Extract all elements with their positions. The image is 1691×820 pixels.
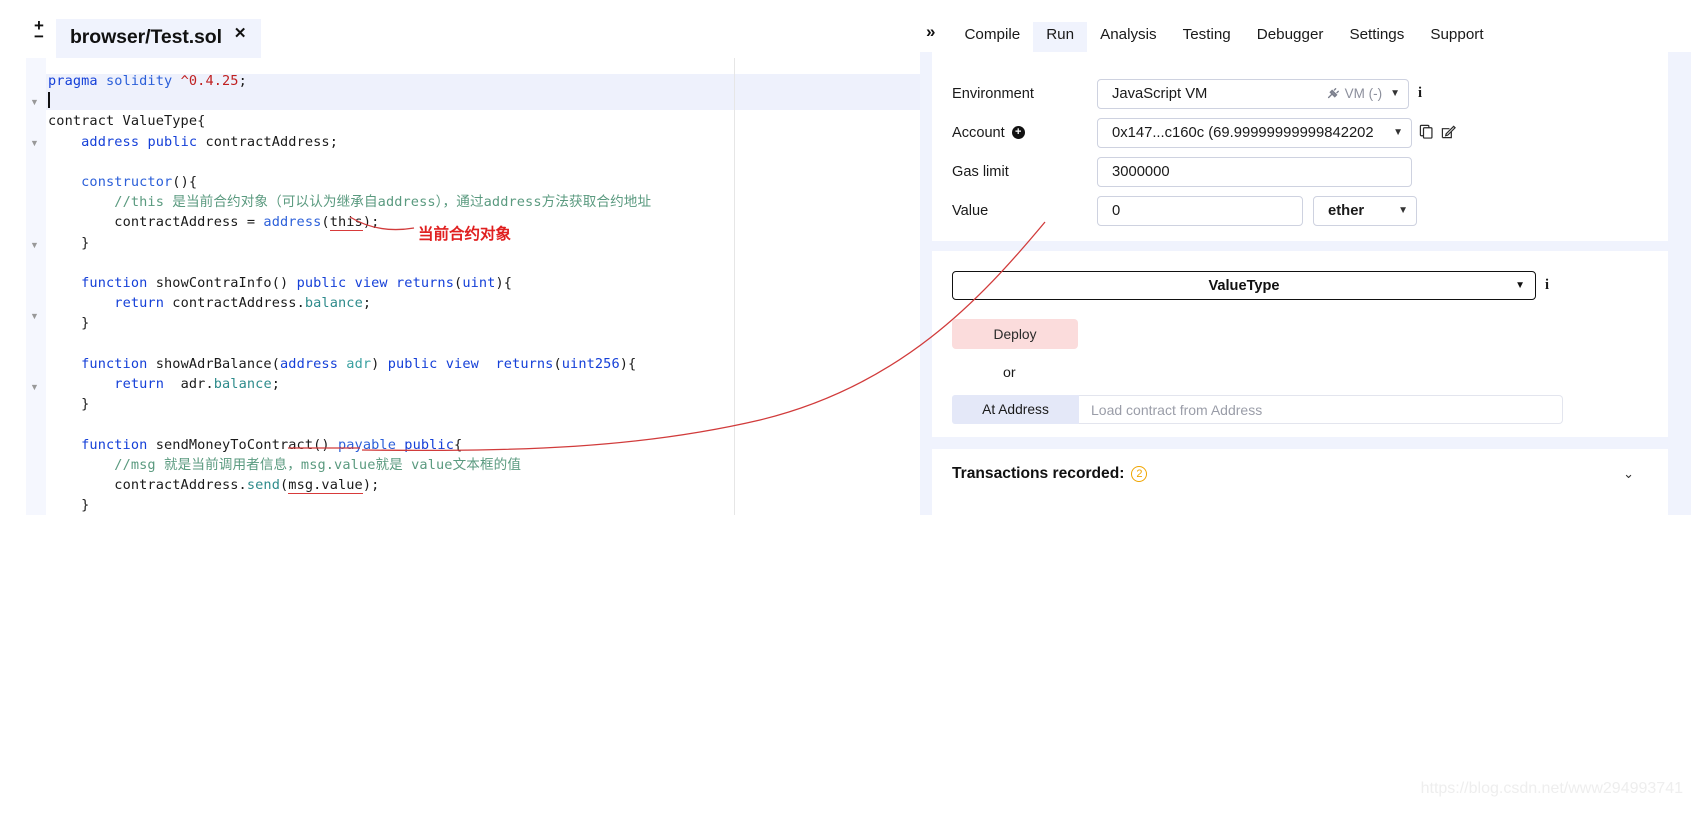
deploy-button[interactable]: Deploy — [952, 319, 1078, 349]
tab-testing[interactable]: Testing — [1170, 22, 1244, 53]
environment-card: Environment JavaScript VM VM (-) ▼ i Acc… — [932, 52, 1668, 241]
fold-marker[interactable]: ▼ — [30, 311, 42, 321]
value-amount: 0 — [1112, 202, 1121, 219]
tab-debugger[interactable]: Debugger — [1244, 22, 1337, 53]
at-address-input[interactable]: Load contract from Address — [1079, 395, 1563, 424]
file-tab-label: browser/Test.sol — [70, 26, 222, 48]
at-address-row: At Address Load contract from Address — [952, 395, 1563, 424]
chevron-down-icon[interactable]: ⌄ — [1623, 466, 1634, 482]
transactions-count-badge: 2 — [1131, 466, 1148, 482]
gas-limit-input[interactable]: 3000000 — [1097, 156, 1412, 187]
chevron-down-icon[interactable]: ▼ — [1390, 88, 1400, 99]
at-address-button[interactable]: At Address — [952, 395, 1079, 424]
zoom-out-icon[interactable]: − — [28, 28, 50, 45]
environment-label: Environment — [952, 85, 1034, 102]
vm-status-text: VM (-) — [1344, 86, 1383, 101]
deploy-card: ValueType ▼ i Deploy or At Address Load … — [932, 251, 1668, 437]
account-label-text: Account — [952, 124, 1005, 141]
code-text: pragma solidity ^0.4.25; contract ValueT… — [48, 73, 652, 514]
code-editor[interactable]: ▼ ▼ ▼ ▼ ▼ pragma solidity ^0.4.25; contr… — [26, 58, 920, 515]
editor-toolbar: + − browser/Test.sol ✕ — [0, 0, 920, 58]
app-root: + − browser/Test.sol ✕ ▼ ▼ ▼ ▼ ▼ pragma … — [0, 0, 1691, 820]
or-label: or — [1003, 365, 1016, 381]
account-value: 0x147...c160c (69.99999999999842202 — [1112, 124, 1374, 141]
account-row: Account + 0x147...c160c (69.999999999998… — [932, 113, 1668, 152]
editor-pane: + − browser/Test.sol ✕ ▼ ▼ ▼ ▼ ▼ pragma … — [0, 0, 920, 515]
gas-limit-row: Gas limit 3000000 — [932, 152, 1668, 191]
gas-limit-value: 3000000 — [1112, 163, 1170, 180]
copy-icon[interactable] — [1419, 124, 1434, 141]
add-account-icon[interactable]: + — [1011, 126, 1025, 139]
contract-select-value: ValueType — [1208, 277, 1280, 294]
editor-zoom-controls[interactable]: + − — [28, 17, 50, 45]
environment-select[interactable]: JavaScript VM VM (-) ▼ — [1097, 78, 1409, 109]
chevron-down-icon[interactable]: ▼ — [1398, 205, 1408, 216]
close-icon[interactable]: ✕ — [234, 24, 247, 42]
tab-settings[interactable]: Settings — [1336, 22, 1417, 53]
fold-marker[interactable]: ▼ — [30, 382, 42, 392]
edit-icon[interactable] — [1441, 124, 1456, 141]
vm-status-badge: VM (-) — [1326, 86, 1383, 101]
watermark: https://blog.csdn.net/www294993741 — [1420, 780, 1683, 797]
fold-marker[interactable]: ▼ — [30, 97, 42, 107]
account-label: Account + — [932, 125, 1097, 141]
transactions-title: Transactions recorded: — [952, 465, 1125, 482]
chevron-down-icon[interactable]: ▼ — [1393, 127, 1403, 138]
value-row: Value 0 ether ▼ — [932, 191, 1668, 230]
account-select[interactable]: 0x147...c160c (69.99999999999842202 ▼ — [1097, 117, 1412, 148]
info-icon[interactable]: i — [1545, 277, 1549, 294]
remix-right-panel: » Compile Run Analysis Testing Debugger … — [920, 0, 1691, 515]
tab-compile[interactable]: Compile — [951, 22, 1033, 53]
info-icon[interactable]: i — [1418, 85, 1422, 102]
value-unit-text: ether — [1328, 202, 1365, 219]
chevron-double-right-icon[interactable]: » — [926, 22, 935, 42]
environment-value: JavaScript VM — [1112, 85, 1208, 102]
value-label: Value — [952, 202, 989, 219]
environment-row: Environment JavaScript VM VM (-) ▼ i — [932, 74, 1668, 113]
fold-marker[interactable]: ▼ — [30, 138, 42, 148]
chevron-down-icon[interactable]: ▼ — [1515, 280, 1525, 291]
panel-tabbar: » Compile Run Analysis Testing Debugger … — [920, 0, 1691, 57]
contract-select[interactable]: ValueType ▼ — [952, 271, 1536, 300]
transactions-header[interactable]: Transactions recorded: 2 ⌄ — [952, 465, 1652, 483]
tab-analysis[interactable]: Analysis — [1087, 22, 1170, 53]
text-caret — [48, 92, 50, 109]
gas-limit-label: Gas limit — [952, 163, 1009, 180]
plug-icon — [1326, 87, 1340, 101]
transactions-card: Transactions recorded: 2 ⌄ — [932, 449, 1668, 515]
file-tab-test-sol[interactable]: browser/Test.sol ✕ — [56, 19, 261, 58]
run-tab-body: Environment JavaScript VM VM (-) ▼ i Acc… — [920, 52, 1691, 515]
tab-support[interactable]: Support — [1417, 22, 1496, 53]
fold-marker[interactable]: ▼ — [30, 240, 42, 250]
value-unit-select[interactable]: ether ▼ — [1313, 195, 1417, 226]
annotation-label-current-contract: 当前合约对象 — [418, 226, 512, 243]
value-input[interactable]: 0 — [1097, 195, 1303, 226]
print-margin-rule — [734, 58, 735, 515]
